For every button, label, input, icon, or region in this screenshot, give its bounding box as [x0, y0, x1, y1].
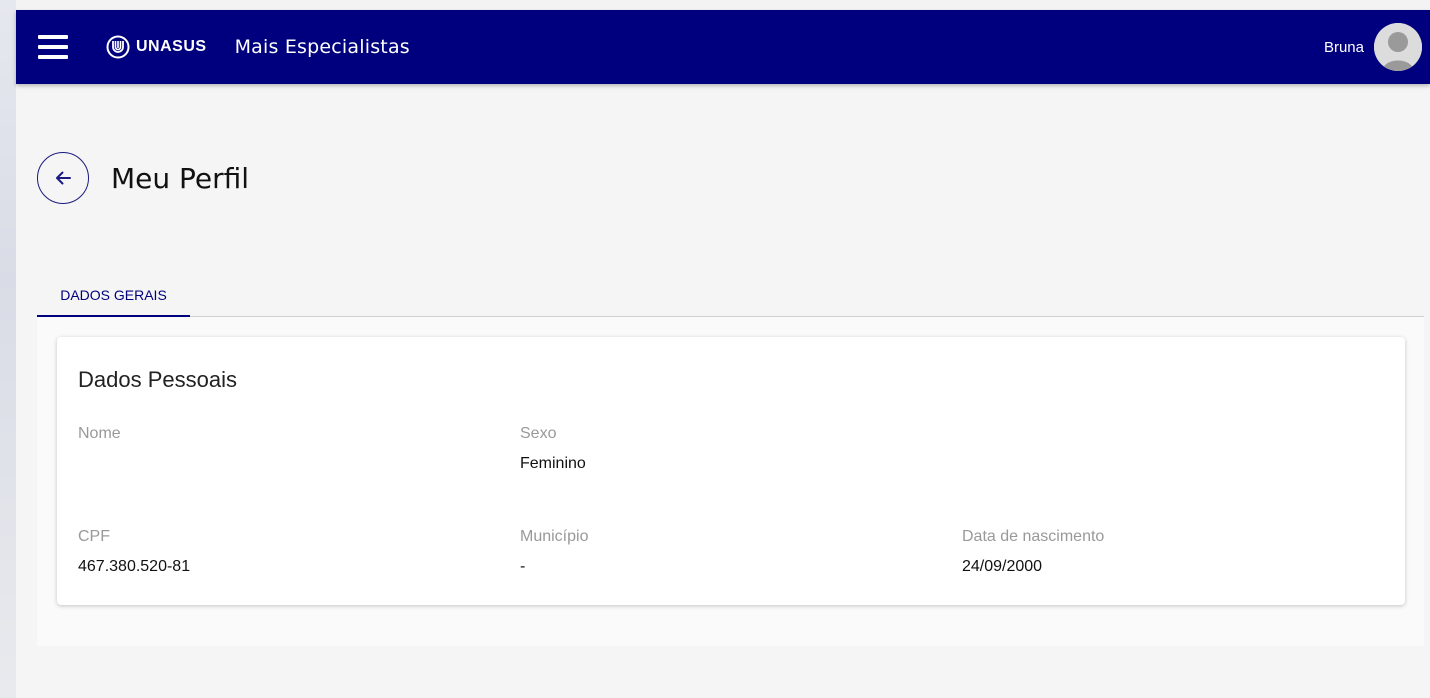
background-strip — [0, 0, 16, 698]
logo-text: UNASUS — [136, 38, 207, 55]
page-title: Meu Perfil — [111, 161, 250, 195]
field-value: - — [520, 558, 526, 575]
tab-bar: DADOS GERAIS — [37, 272, 1424, 318]
user-avatar-icon[interactable] — [1374, 23, 1422, 71]
tab-content: Dados Pessoais Nome Sexo Feminino CPF 46… — [37, 317, 1424, 646]
field-value: 24/09/2000 — [962, 558, 1043, 575]
unasus-logo[interactable]: UNASUS — [106, 35, 207, 59]
card-title: Dados Pessoais — [78, 367, 237, 392]
field-value: 467.380.520-81 — [78, 558, 191, 575]
field-nome: Nome — [78, 425, 121, 455]
tab-label: DADOS GERAIS — [60, 286, 167, 303]
user-name[interactable]: Bruna — [1324, 39, 1364, 56]
field-sexo: Sexo Feminino — [520, 425, 586, 473]
tab-dados-gerais[interactable]: DADOS GERAIS — [37, 272, 190, 318]
app-name: Mais Especialistas — [234, 36, 410, 58]
top-app-bar: UNASUS Mais Especialistas Bruna — [16, 10, 1430, 84]
page-header: Meu Perfil — [37, 152, 249, 204]
field-municipio: Município - — [520, 528, 588, 576]
app-window: UNASUS Mais Especialistas Bruna Meu Perf… — [16, 10, 1430, 698]
field-data-nascimento: Data de nascimento 24/09/2000 — [962, 528, 1104, 576]
field-label: Data de nascimento — [962, 528, 1105, 545]
field-label: Nome — [78, 425, 121, 442]
personal-data-card: Dados Pessoais Nome Sexo Feminino CPF 46… — [57, 337, 1405, 605]
field-label: Município — [520, 528, 589, 545]
unasus-logo-icon — [106, 35, 130, 59]
field-label: Sexo — [520, 425, 557, 442]
field-label: CPF — [78, 528, 110, 545]
arrow-left-icon — [56, 171, 71, 185]
field-value: Feminino — [520, 455, 586, 472]
back-button[interactable] — [37, 152, 89, 204]
field-cpf: CPF 467.380.520-81 — [78, 528, 190, 576]
menu-icon[interactable] — [38, 35, 68, 59]
